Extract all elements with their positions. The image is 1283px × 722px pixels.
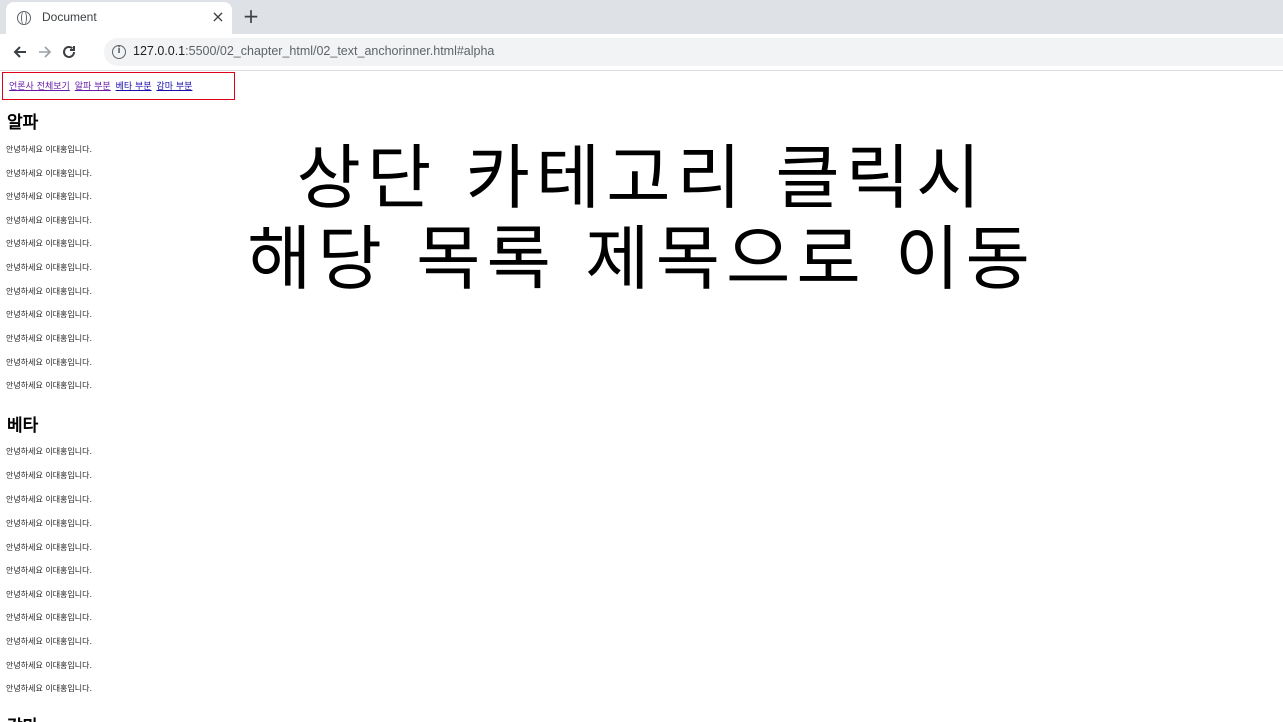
- section-title-gamma: 감마: [7, 712, 38, 722]
- back-button[interactable]: [8, 40, 32, 64]
- category-nav: 언론사 전체보기 알파 부분 베타 부분 감마 부분: [9, 79, 194, 92]
- browser-toolbar: i 127.0.0.1:5500/02_chapter_html/02_text…: [0, 34, 1283, 71]
- annotation-line-1: 상단 카테고리 클릭시: [296, 137, 987, 219]
- paragraph: 안녕하세요 이대홍입니다.: [6, 471, 93, 480]
- globe-icon: [17, 10, 31, 25]
- paragraph: 안녕하세요 이대홍입니다.: [6, 613, 93, 622]
- url-text[interactable]: 127.0.0.1:5500/02_chapter_html/02_text_a…: [133, 44, 494, 58]
- paragraph: 안녕하세요 이대홍입니다.: [6, 358, 93, 367]
- nav-link-all[interactable]: 언론사 전체보기: [9, 82, 70, 92]
- page-content: 언론사 전체보기 알파 부분 베타 부분 감마 부분 알파 안녕하세요 이대홍입…: [0, 71, 1283, 722]
- arrow-left-icon: [13, 46, 26, 58]
- address-bar[interactable]: i 127.0.0.1:5500/02_chapter_html/02_text…: [104, 38, 1283, 66]
- paragraph: 안녕하세요 이대홍입니다.: [6, 543, 93, 552]
- forward-button[interactable]: [33, 40, 57, 64]
- nav-link-gamma[interactable]: 감마 부분: [156, 82, 192, 92]
- url-host: 127.0.0.1: [133, 44, 186, 58]
- browser-tab[interactable]: Document ×: [6, 2, 232, 34]
- info-icon[interactable]: i: [112, 45, 126, 59]
- url-path: :5500/02_chapter_html/02_text_anchorinne…: [185, 44, 495, 58]
- paragraph: 안녕하세요 이대홍입니다.: [6, 447, 93, 456]
- paragraph: 안녕하세요 이대홍입니다.: [6, 566, 93, 575]
- paragraph: 안녕하세요 이대홍입니다.: [6, 334, 93, 343]
- paragraph: 안녕하세요 이대홍입니다.: [6, 684, 93, 693]
- section-title-beta: 베타: [7, 416, 39, 436]
- close-tab-button[interactable]: ×: [209, 8, 227, 26]
- arrow-right-icon: [39, 46, 52, 58]
- paragraph: 안녕하세요 이대홍입니다.: [6, 637, 93, 646]
- section-title-alpha: 알파: [7, 113, 39, 133]
- nav-link-beta[interactable]: 베타 부분: [116, 82, 152, 92]
- paragraph: 안녕하세요 이대홍입니다.: [6, 590, 93, 599]
- nav-link-alpha[interactable]: 알파 부분: [75, 82, 111, 92]
- new-tab-button[interactable]: +: [240, 5, 262, 27]
- paragraph: 안녕하세요 이대홍입니다.: [6, 381, 93, 390]
- tab-strip: Document × +: [0, 0, 1283, 34]
- category-nav-box: 언론사 전체보기 알파 부분 베타 부분 감마 부분: [2, 72, 235, 100]
- reload-button[interactable]: [57, 40, 81, 64]
- annotation-line-2: 해당 목록 제목으로 이동: [247, 218, 1036, 300]
- paragraph: 안녕하세요 이대홍입니다.: [6, 661, 93, 670]
- reload-icon: [63, 45, 75, 58]
- tab-title: Document: [42, 10, 97, 24]
- paragraph: 안녕하세요 이대홍입니다.: [6, 495, 93, 504]
- paragraph: 안녕하세요 이대홍입니다.: [6, 519, 93, 528]
- paragraph: 안녕하세요 이대홍입니다.: [6, 310, 93, 319]
